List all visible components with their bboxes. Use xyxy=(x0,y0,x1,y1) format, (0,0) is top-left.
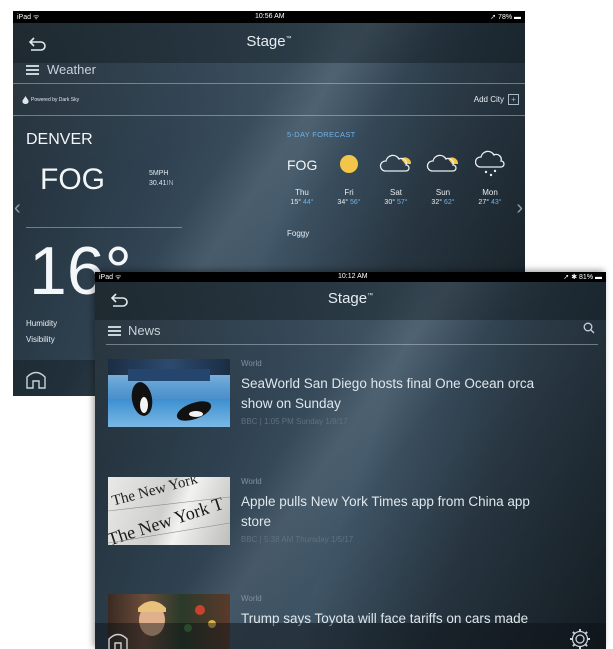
bottom-bar xyxy=(95,623,606,649)
section-title: Weather xyxy=(47,62,96,77)
nav-bar: Stage™ xyxy=(13,23,525,63)
wind-speed: 5MPH xyxy=(149,170,169,177)
forecast-day: Sat 30° 57° xyxy=(376,188,416,206)
divider xyxy=(13,83,525,84)
plus-icon: + xyxy=(508,94,519,105)
article-headline[interactable]: SeaWorld San Diego hosts final One Ocean… xyxy=(241,374,541,414)
article-category: World xyxy=(241,359,262,368)
status-time: 10:56 AM xyxy=(255,13,285,20)
forecast-day: Mon 27° 43° xyxy=(470,188,510,206)
powered-by-label: Powered by Dark Sky xyxy=(31,97,80,103)
pressure-value: 30.41 xyxy=(149,180,167,187)
trademark-mark: ™ xyxy=(367,293,374,299)
article-thumbnail: The New York The New York T xyxy=(108,477,230,545)
forecast-day-label: Thu xyxy=(295,188,309,197)
snow-cloud-icon xyxy=(475,150,505,177)
status-bar: iPad ᯤ 10:12 AM ➚ ✱ 81% ▬ xyxy=(95,272,606,282)
menu-icon[interactable] xyxy=(108,326,121,336)
home-icon[interactable] xyxy=(24,367,48,389)
battery-label: ➚ ✱ 81% ▬ xyxy=(563,274,602,281)
add-city-button[interactable]: Add City + xyxy=(459,94,519,106)
app-title: Stage™ xyxy=(327,290,374,307)
news-item[interactable]: The New York The New York T World Apple … xyxy=(108,477,606,547)
home-icon[interactable] xyxy=(106,629,130,649)
partly-cloudy-icon xyxy=(426,154,459,172)
trademark-mark: ™ xyxy=(285,36,292,42)
menu-icon[interactable] xyxy=(26,65,39,75)
dark-sky-icon xyxy=(22,96,29,104)
forecast-day: Fri 34° 56° xyxy=(329,188,369,206)
chevron-right-icon[interactable]: › xyxy=(516,197,523,220)
search-icon[interactable] xyxy=(583,322,595,334)
device-label: iPad ᯤ xyxy=(17,14,40,21)
forecast-high: 34° xyxy=(337,199,349,206)
forecast-high: 15° xyxy=(290,199,302,206)
forecast-high: 27° xyxy=(478,199,490,206)
forecast-high: 32° xyxy=(431,199,443,206)
article-category: World xyxy=(241,477,262,486)
chevron-left-icon[interactable]: ‹ xyxy=(14,197,21,220)
forecast-high: 30° xyxy=(384,199,396,206)
gear-icon[interactable] xyxy=(569,628,591,649)
divider xyxy=(13,115,525,116)
forecast-low: 62° xyxy=(443,199,455,206)
forecast-day: Sun 32° 62° xyxy=(423,188,463,206)
forecast-low: 43° xyxy=(490,199,502,206)
divider xyxy=(26,227,182,228)
forecast-low: 57° xyxy=(396,199,408,206)
forecast-day-label: Sun xyxy=(435,188,451,197)
sun-icon xyxy=(340,155,358,173)
section-title: News xyxy=(128,323,161,338)
forecast-low: 44° xyxy=(302,199,314,206)
article-meta: BBC | 1:05 PM Sunday 1/8/17 xyxy=(241,417,348,426)
forecast-day: Thu 15° 44° xyxy=(282,188,322,206)
current-condition: FOG xyxy=(40,163,105,196)
partly-cloudy-icon xyxy=(379,154,412,172)
article-category: World xyxy=(241,594,262,603)
forecast-title: 5-DAY FORECAST xyxy=(287,130,356,139)
forecast-low: 56° xyxy=(349,199,361,206)
article-meta: BBC | 5:38 AM Thursday 1/5/17 xyxy=(241,535,354,544)
forecast-day-label: Fri xyxy=(344,188,354,197)
forecast-day-label: Sat xyxy=(389,188,402,197)
article-thumbnail xyxy=(108,359,230,427)
pressure-unit: IN xyxy=(166,180,174,187)
nav-bar: Stage™ xyxy=(95,282,606,320)
detail-humidity: Humidity xyxy=(26,319,58,328)
pressure: 30.41IN xyxy=(149,180,174,187)
forecast-day-label: Mon xyxy=(482,188,498,197)
app-title: Stage™ xyxy=(246,33,292,50)
status-bar: iPad ᯤ 10:56 AM ➚ 78% ▬ xyxy=(13,11,525,23)
article-headline[interactable]: Apple pulls New York Times app from Chin… xyxy=(241,492,541,532)
battery-label: ➚ 78% ▬ xyxy=(490,14,521,21)
news-item[interactable]: World SeaWorld San Diego hosts final One… xyxy=(108,359,606,429)
news-screen: iPad ᯤ 10:12 AM ➚ ✱ 81% ▬ Stage™ News Wo… xyxy=(95,272,606,649)
city-name: DENVER xyxy=(26,131,93,148)
divider xyxy=(106,344,598,345)
status-time: 10:12 AM xyxy=(338,273,368,280)
device-label: iPad ᯤ xyxy=(99,274,122,281)
forecast-now-condition: FOG xyxy=(287,157,318,173)
add-city-label: Add City xyxy=(473,95,504,104)
detail-visibility: Visibility xyxy=(26,335,55,344)
forecast-summary: Foggy xyxy=(287,229,310,238)
